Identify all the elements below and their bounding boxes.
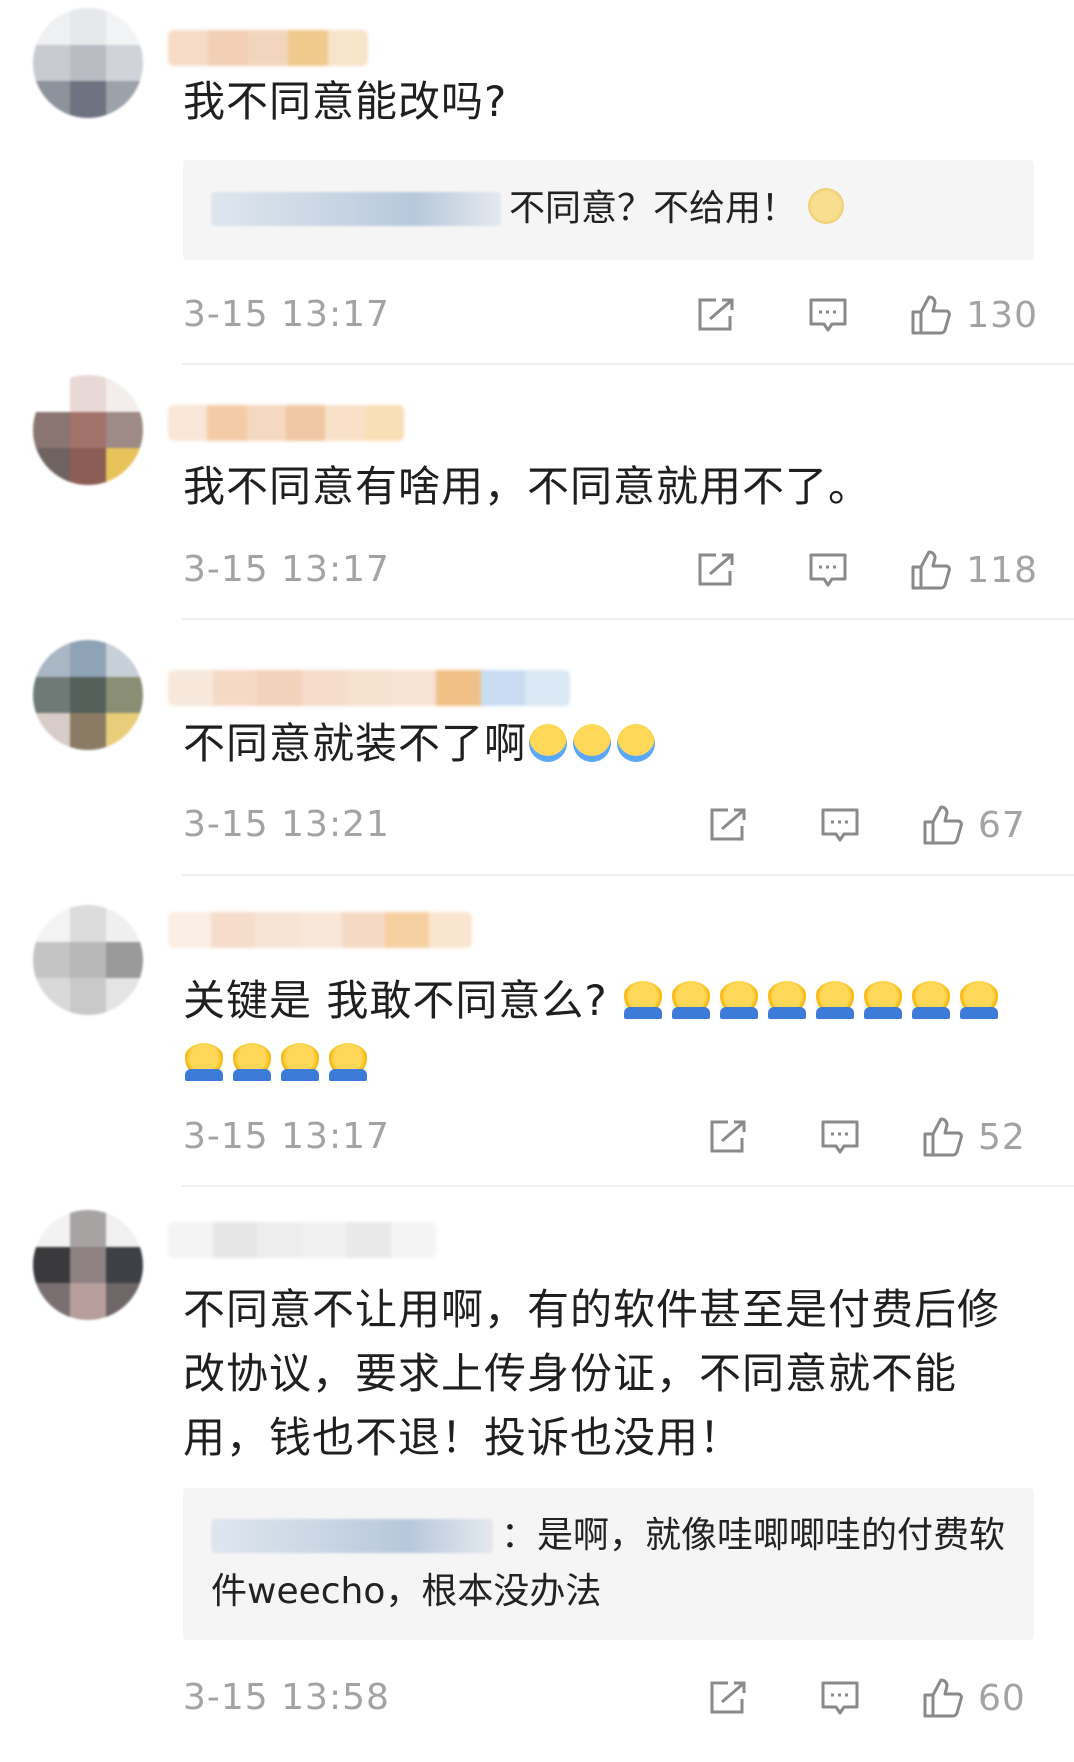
comment-meta: 3-15 13:17 52	[183, 1112, 1038, 1162]
shrug-emoji	[766, 981, 809, 1019]
share-button[interactable]	[696, 552, 736, 588]
comment-text: 我不同意有啥用，不同意就用不了。	[183, 462, 872, 511]
cry-laugh-emoji	[529, 724, 568, 762]
comment-button[interactable]	[820, 807, 860, 843]
shrug-emoji	[670, 981, 713, 1019]
shrug-emoji	[862, 981, 905, 1019]
like-button[interactable]: 60	[922, 1677, 1038, 1719]
comment-meta: 3-15 13:17 130	[183, 290, 1038, 340]
avatar[interactable]	[33, 640, 143, 750]
comment-button[interactable]	[820, 1119, 860, 1155]
comment-time: 3-15 13:17	[183, 549, 390, 590]
username-blurred[interactable]	[168, 1222, 436, 1258]
like-count: 67	[978, 804, 1026, 846]
comment-meta: 3-15 13:58 60	[183, 1673, 1038, 1723]
comment-button[interactable]	[820, 1680, 860, 1716]
shrug-emoji	[958, 981, 1001, 1019]
reply-username-blurred[interactable]	[211, 1519, 493, 1553]
username-blurred[interactable]	[168, 30, 368, 66]
like-button[interactable]: 130	[910, 294, 1038, 336]
shrug-emoji	[279, 1043, 321, 1081]
share-icon	[698, 553, 734, 586]
shrug-emoji	[183, 1043, 225, 1081]
like-count: 60	[978, 1677, 1026, 1719]
comment-text: 关键是 我敢不同意么?	[183, 970, 1038, 1094]
avatar[interactable]	[33, 1210, 143, 1320]
divider	[182, 874, 1074, 876]
shrug-emoji	[910, 981, 953, 1019]
thumbs-up-icon	[911, 295, 952, 335]
shrug-emoji	[718, 981, 761, 1019]
comment-button[interactable]	[808, 297, 848, 333]
like-button[interactable]: 118	[910, 549, 1038, 591]
comment-icon	[821, 1120, 859, 1154]
doge-emoji	[808, 188, 845, 224]
reply-quote[interactable]: 不同意？不给用！	[183, 160, 1034, 260]
like-count: 130	[966, 294, 1038, 336]
reply-quote[interactable]: ：是啊，就像哇唧唧哇的付费软件weecho，根本没办法	[183, 1488, 1034, 1640]
like-button[interactable]: 52	[922, 1116, 1038, 1158]
username-blurred[interactable]	[168, 912, 472, 948]
avatar[interactable]	[33, 8, 143, 118]
comment-icon	[809, 298, 847, 332]
share-icon	[710, 1120, 746, 1153]
thumbs-up-icon	[911, 550, 952, 590]
like-button[interactable]: 67	[922, 804, 1038, 846]
cry-laugh-emoji	[617, 724, 656, 762]
username-blurred[interactable]	[168, 670, 570, 706]
share-icon	[698, 298, 734, 331]
share-icon	[710, 1681, 746, 1714]
shrug-emoji	[814, 981, 857, 1019]
divider	[182, 1185, 1074, 1187]
comment-icon	[821, 1681, 859, 1715]
like-count: 118	[966, 549, 1038, 591]
comment-button[interactable]	[808, 552, 848, 588]
comment-meta: 3-15 13:17 118	[183, 545, 1038, 595]
comment-time: 3-15 13:58	[183, 1677, 390, 1718]
share-button[interactable]	[708, 1680, 748, 1716]
username-blurred[interactable]	[168, 405, 404, 441]
shrug-emoji	[327, 1043, 369, 1081]
thumbs-up-icon	[923, 805, 963, 845]
comment-text: 我不同意能改吗?	[183, 77, 508, 126]
share-button[interactable]	[708, 1119, 748, 1155]
divider	[182, 363, 1074, 365]
thumbs-up-icon	[923, 1678, 963, 1718]
comment-meta: 3-15 13:21 67	[183, 800, 1038, 850]
cry-laugh-emoji	[573, 724, 612, 762]
avatar[interactable]	[33, 375, 143, 485]
shrug-emoji	[622, 981, 665, 1019]
comment-text: 不同意就装不了啊	[183, 712, 1038, 776]
comment-text: 不同意不让用啊，有的软件甚至是付费后修改协议，要求上传身份证，不同意就不能用，钱…	[183, 1285, 1001, 1462]
comment-time: 3-15 13:21	[183, 804, 390, 845]
avatar[interactable]	[33, 905, 143, 1015]
like-count: 52	[978, 1116, 1026, 1158]
reply-username-blurred[interactable]	[211, 192, 501, 226]
comment-time: 3-15 13:17	[183, 1116, 390, 1157]
share-button[interactable]	[696, 297, 736, 333]
comment-icon	[809, 553, 847, 587]
share-button[interactable]	[708, 807, 748, 843]
comment-icon	[821, 808, 859, 842]
divider	[182, 618, 1074, 620]
comment-time: 3-15 13:17	[183, 294, 390, 335]
shrug-emoji	[231, 1043, 273, 1081]
reply-text: 不同意？不给用！	[509, 188, 798, 229]
thumbs-up-icon	[923, 1117, 963, 1157]
share-icon	[710, 808, 746, 841]
